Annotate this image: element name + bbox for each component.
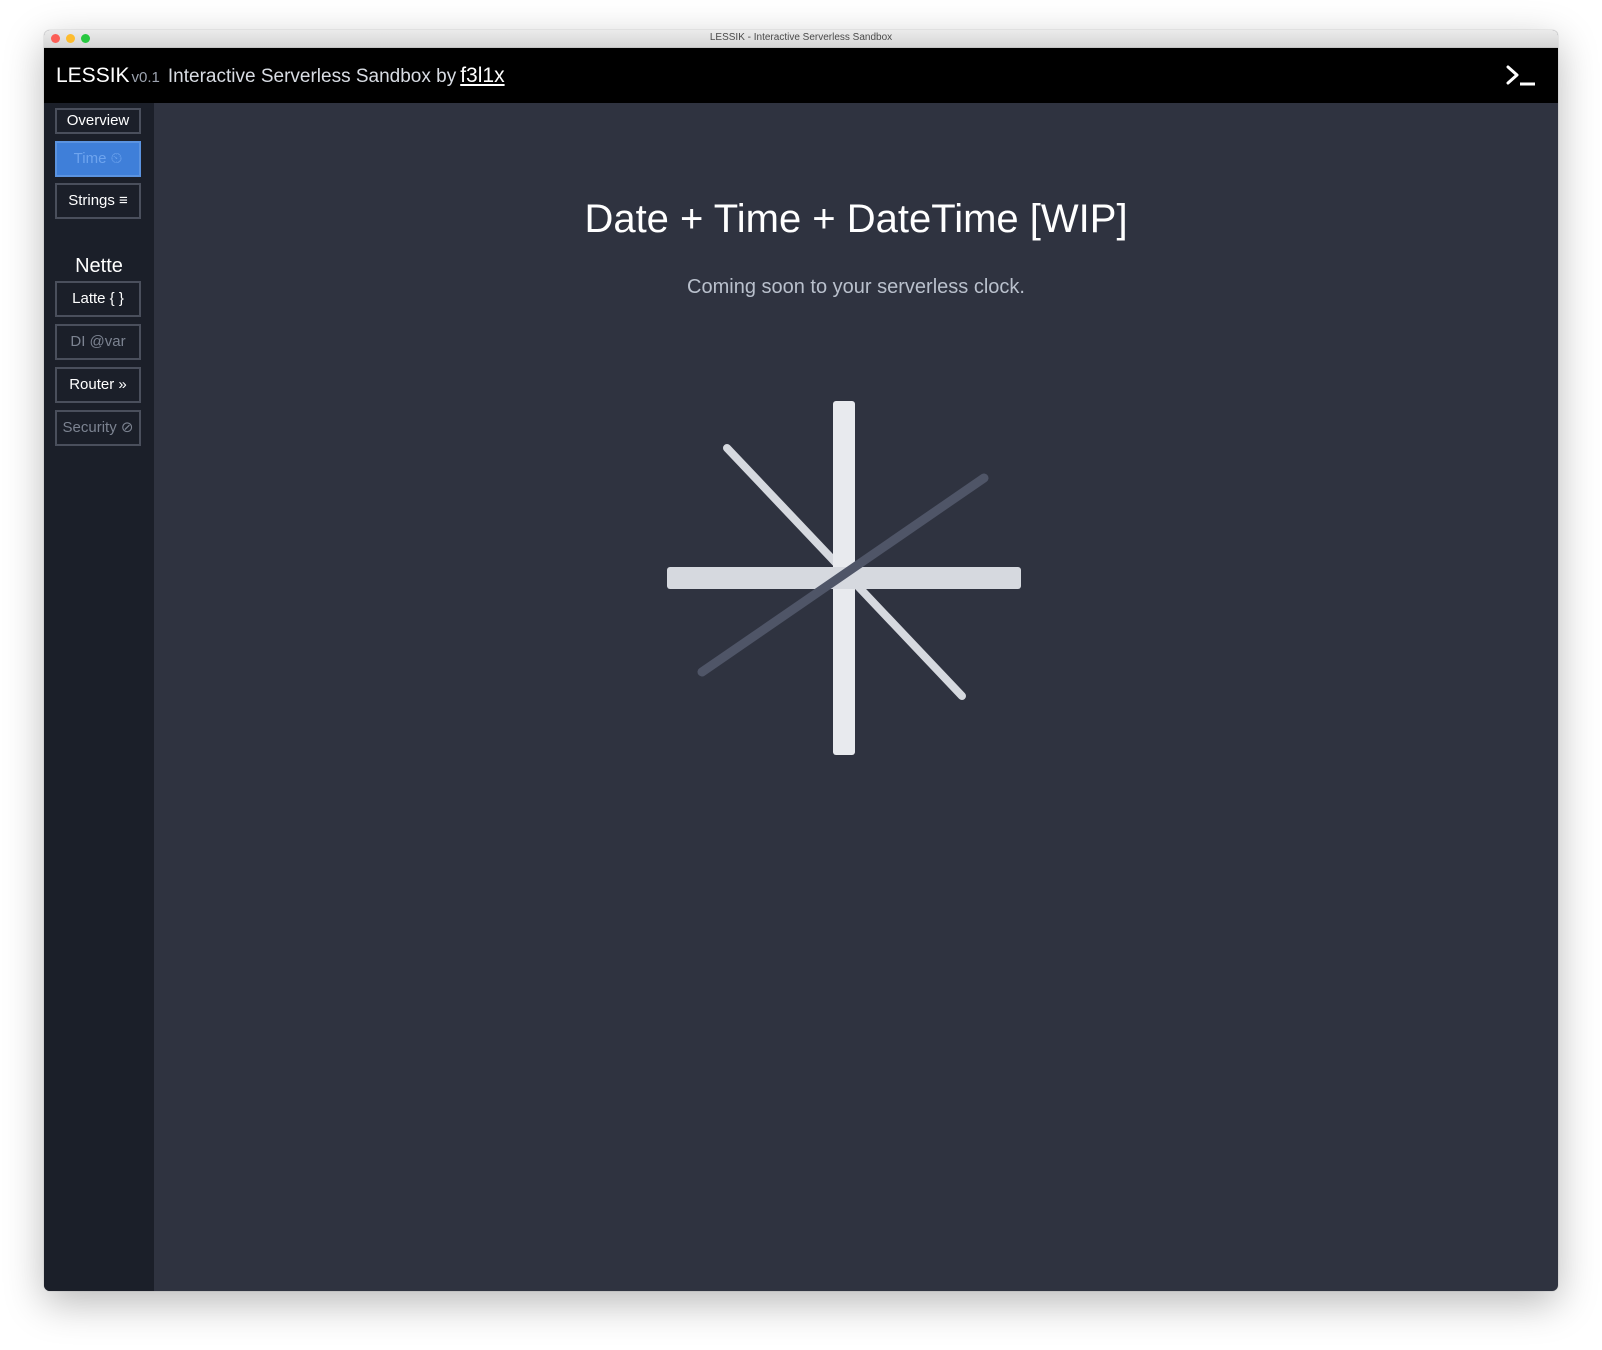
app-window: LESSIK - Interactive Serverless Sandbox … [44, 30, 1558, 1291]
window-title: LESSIK - Interactive Serverless Sandbox [709, 32, 893, 43]
sidebar-item-security[interactable]: Security ⊘ [55, 410, 141, 446]
sidebar-section-title-nette: Nette [75, 255, 123, 277]
window-titlebar: LESSIK - Interactive Serverless Sandbox [44, 30, 1558, 48]
sidebar-item-di[interactable]: DI @var [55, 324, 141, 360]
version-label: v0.1 [131, 69, 160, 86]
brand: LESSIK v0.1 Interactive Serverless Sandbox… [56, 64, 505, 88]
brand-name[interactable]: LESSIK [56, 64, 130, 87]
tagline: Interactive Serverless Sandbox by [167, 66, 457, 87]
author-link[interactable]: f3l1x [460, 64, 504, 87]
terminal-prompt-icon[interactable] [1506, 65, 1538, 87]
sidebar: Overview Time ⏲ Strings ≡ Nette Latte { … [44, 103, 154, 1291]
main-content: Date + Time + DateTime [WIP] Coming soon… [154, 103, 1558, 1291]
sidebar-item-strings[interactable]: Strings ≡ [55, 183, 141, 219]
page-title: Date + Time + DateTime [WIP] [584, 197, 1128, 241]
sidebar-item-overview[interactable]: Overview [55, 108, 141, 134]
page-subtitle: Coming soon to your serverless clock. [687, 276, 1025, 298]
sidebar-item-router[interactable]: Router » [55, 367, 141, 403]
sidebar-item-time[interactable]: Time ⏲ [55, 141, 141, 177]
app-header: LESSIK v0.1 Interactive Serverless Sandbox… [44, 48, 1558, 103]
clock-hands-icon [667, 401, 1021, 755]
sidebar-item-latte[interactable]: Latte { } [55, 281, 141, 317]
